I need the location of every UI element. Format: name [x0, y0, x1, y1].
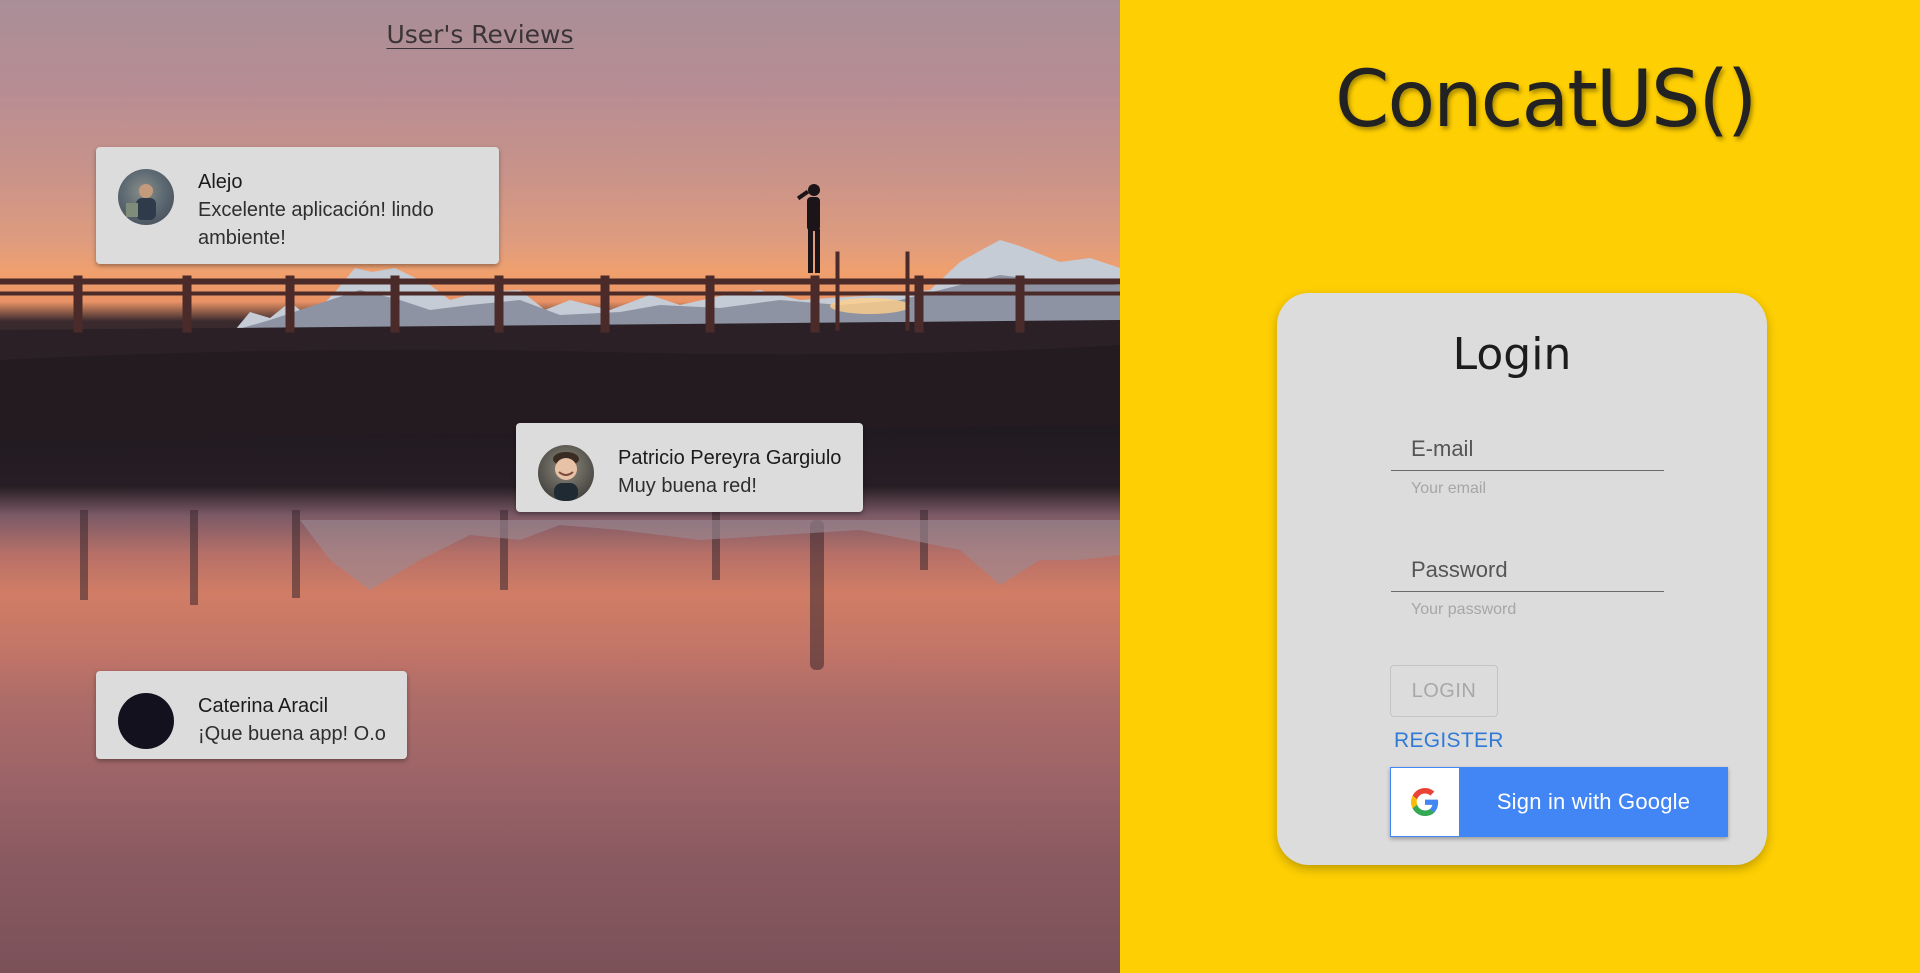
login-card: Login Your email Your password LOGIN REG…	[1277, 293, 1767, 865]
login-title: Login	[1452, 329, 1572, 380]
google-g-icon	[1391, 768, 1459, 836]
email-helper-text: Your email	[1411, 480, 1487, 497]
review-author: Caterina Aracil	[198, 695, 329, 717]
reviews-title-link[interactable]: User's Reviews	[0, 20, 960, 49]
email-input[interactable]	[1391, 423, 1664, 471]
password-field-group: Your password	[1391, 544, 1664, 619]
google-sign-in-button[interactable]: Sign in with Google	[1390, 767, 1728, 837]
review-author: Alejo	[198, 171, 243, 193]
sun-glow	[830, 298, 910, 314]
review-author: Patricio Pereyra Gargiulo	[618, 447, 842, 469]
register-link[interactable]: REGISTER	[1394, 729, 1504, 753]
review-avatar	[118, 693, 174, 749]
google-button-label: Sign in with Google	[1496, 789, 1691, 814]
review-text: Alejo Excelente aplicación! lindo ambien…	[198, 169, 458, 252]
login-button[interactable]: LOGIN	[1390, 665, 1498, 717]
review-card: Caterina Aracil ¡Que buena app! O.o	[96, 671, 407, 759]
app-logo: ConcatUS()	[1335, 55, 1757, 145]
review-avatar	[538, 445, 594, 501]
review-avatar	[118, 169, 174, 225]
reviews-panel: User's Reviews Alejo Excelente aplicació…	[0, 0, 1120, 973]
email-field-group: Your email	[1391, 423, 1664, 498]
review-text: Caterina Aracil ¡Que buena app! O.o	[198, 693, 386, 748]
password-input[interactable]	[1391, 544, 1664, 592]
mountain-reflection	[300, 520, 1120, 590]
review-comment: Excelente aplicación! lindo ambiente!	[198, 199, 434, 249]
review-comment: Muy buena red!	[618, 475, 757, 497]
review-card: Patricio Pereyra Gargiulo Muy buena red!	[516, 423, 863, 512]
person-silhouette	[796, 184, 820, 273]
user-photo-icon	[126, 184, 156, 220]
review-comment: ¡Que buena app! O.o	[198, 723, 386, 745]
password-helper-text: Your password	[1411, 601, 1517, 618]
login-panel: ConcatUS() Login Your email Your passwor…	[1120, 0, 1920, 973]
user-photo-icon	[553, 452, 579, 501]
review-text: Patricio Pereyra Gargiulo Muy buena red!	[618, 445, 841, 500]
review-card: Alejo Excelente aplicación! lindo ambien…	[96, 147, 499, 264]
